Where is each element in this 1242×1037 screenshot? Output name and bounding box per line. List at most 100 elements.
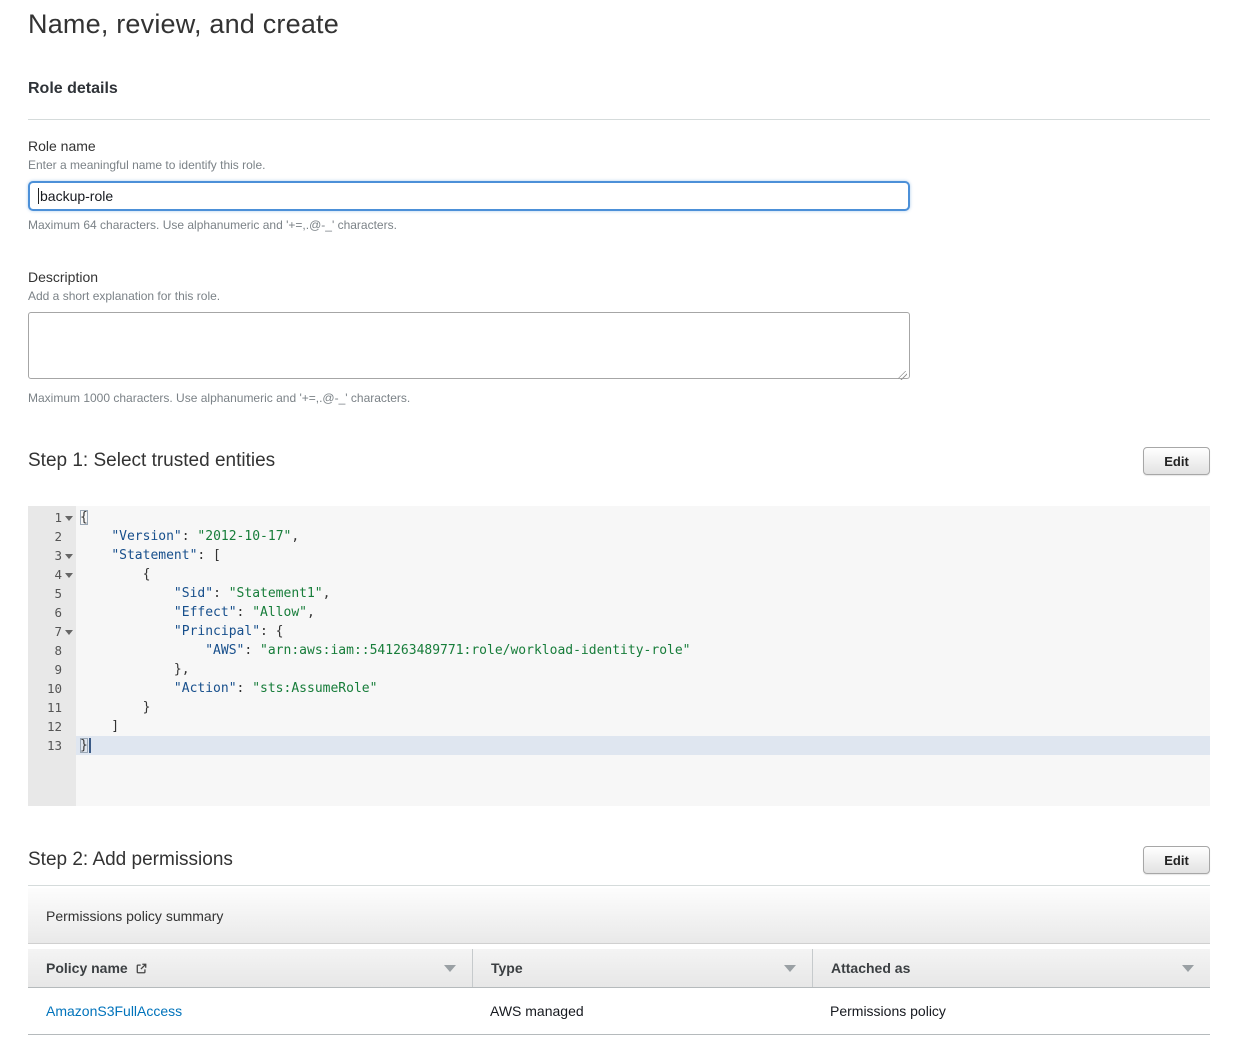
code-token: "2012-10-17" — [197, 529, 291, 544]
code-token: } — [80, 738, 88, 753]
code-token — [80, 605, 174, 620]
fold-arrow-icon[interactable] — [65, 516, 73, 521]
step1-header-row: Step 1: Select trusted entities Edit — [28, 447, 1210, 475]
code-line[interactable]: "AWS": "arn:aws:iam::541263489771:role/w… — [76, 641, 1210, 660]
code-line[interactable]: "Sid": "Statement1", — [76, 584, 1210, 603]
line-number: 6 — [28, 603, 76, 622]
code-line[interactable]: { — [76, 565, 1210, 584]
line-number: 8 — [28, 641, 76, 660]
role-details-divider — [28, 119, 1210, 120]
filter-dropdown-icon[interactable] — [784, 965, 796, 972]
code-token — [80, 624, 174, 639]
code-token: "Sid" — [174, 586, 213, 601]
code-token: : — [244, 643, 260, 658]
editor-line[interactable]: 11 } — [28, 698, 1210, 717]
permissions-table: Policy name Type Attached as AmazonS3Ful — [28, 949, 1210, 1035]
code-token: : — [237, 605, 253, 620]
line-number: 12 — [28, 717, 76, 736]
fold-arrow-icon[interactable] — [65, 573, 73, 578]
step2-header-row: Step 2: Add permissions Edit — [28, 846, 1210, 874]
role-name-input-wrap — [28, 181, 910, 211]
description-textarea[interactable] — [28, 312, 910, 379]
editor-line[interactable]: 12 ] — [28, 717, 1210, 736]
code-line[interactable]: ] — [76, 717, 1210, 736]
filter-dropdown-icon[interactable] — [1182, 965, 1194, 972]
permissions-panel-caption: Permissions policy summary — [28, 888, 1210, 944]
code-line[interactable]: "Statement": [ — [76, 546, 1210, 565]
editor-line[interactable]: 13} — [28, 736, 1210, 755]
code-token — [80, 643, 205, 658]
code-token: , — [291, 529, 299, 544]
code-token: { — [80, 510, 88, 525]
line-number: 13 — [28, 736, 76, 755]
code-token: ] — [80, 719, 119, 734]
editor-line[interactable]: 6 "Effect": "Allow", — [28, 603, 1210, 622]
attached-as-cell: Permissions policy — [812, 1003, 1210, 1019]
type-column-label: Type — [491, 960, 523, 976]
line-number: 3 — [28, 546, 76, 565]
line-number: 5 — [28, 584, 76, 603]
code-line[interactable]: "Version": "2012-10-17", — [76, 527, 1210, 546]
filter-dropdown-icon[interactable] — [444, 965, 456, 972]
code-line[interactable]: "Principal": { — [76, 622, 1210, 641]
role-details-heading: Role details — [28, 80, 1210, 98]
editor-line[interactable]: 4 { — [28, 565, 1210, 584]
code-token: , — [307, 605, 315, 620]
step1-edit-button[interactable]: Edit — [1143, 447, 1210, 475]
description-constraint: Maximum 1000 characters. Use alphanumeri… — [28, 391, 1210, 405]
code-token — [80, 681, 174, 696]
external-link-icon — [135, 962, 148, 975]
step1-heading: Step 1: Select trusted entities — [28, 450, 275, 472]
code-line[interactable]: "Effect": "Allow", — [76, 603, 1210, 622]
code-line[interactable]: "Action": "sts:AssumeRole" — [76, 679, 1210, 698]
code-token: "Action" — [174, 681, 237, 696]
trust-policy-code-editor[interactable]: 1{2 "Version": "2012-10-17",3 "Statement… — [28, 506, 1210, 806]
column-header-attached-as[interactable]: Attached as — [812, 949, 1210, 987]
description-textarea-wrap — [28, 312, 910, 384]
fold-arrow-icon[interactable] — [65, 554, 73, 559]
code-line[interactable]: }, — [76, 660, 1210, 679]
code-token: : { — [260, 624, 283, 639]
editor-line[interactable]: 8 "AWS": "arn:aws:iam::541263489771:role… — [28, 641, 1210, 660]
step2-edit-button[interactable]: Edit — [1143, 846, 1210, 874]
code-token: "AWS" — [205, 643, 244, 658]
main-content: Name, review, and create Role details Ro… — [0, 0, 1242, 1035]
editor-line[interactable]: 1{ — [28, 508, 1210, 527]
role-name-constraint: Maximum 64 characters. Use alphanumeric … — [28, 218, 1210, 232]
editor-line[interactable]: 3 "Statement": [ — [28, 546, 1210, 565]
policy-link[interactable]: AmazonS3FullAccess — [46, 1003, 182, 1019]
code-line[interactable]: { — [76, 508, 1210, 527]
role-name-help: Enter a meaningful name to identify this… — [28, 158, 1210, 172]
role-name-input[interactable] — [28, 181, 910, 211]
editor-line[interactable]: 7 "Principal": { — [28, 622, 1210, 641]
code-token: } — [80, 700, 150, 715]
editor-line[interactable]: 9 }, — [28, 660, 1210, 679]
line-number: 11 — [28, 698, 76, 717]
code-line[interactable]: } — [76, 736, 1210, 755]
policy-name-cell: AmazonS3FullAccess — [28, 1003, 472, 1019]
code-token: "Statement" — [111, 548, 197, 563]
editor-line[interactable]: 2 "Version": "2012-10-17", — [28, 527, 1210, 546]
fold-arrow-icon[interactable] — [65, 630, 73, 635]
column-header-type[interactable]: Type — [472, 949, 812, 987]
permissions-table-header: Policy name Type Attached as — [28, 949, 1210, 988]
code-token: { — [80, 567, 150, 582]
policy-name-column-label: Policy name — [46, 960, 128, 976]
step2-divider — [28, 885, 1210, 886]
description-help: Add a short explanation for this role. — [28, 289, 1210, 303]
editor-line[interactable]: 10 "Action": "sts:AssumeRole" — [28, 679, 1210, 698]
code-token — [80, 529, 111, 544]
code-token: "sts:AssumeRole" — [252, 681, 377, 696]
editor-line[interactable]: 5 "Sid": "Statement1", — [28, 584, 1210, 603]
code-token: "Allow" — [252, 605, 307, 620]
code-token: "Effect" — [174, 605, 237, 620]
code-token: : — [213, 586, 229, 601]
role-name-label: Role name — [28, 138, 1210, 154]
code-line[interactable]: } — [76, 698, 1210, 717]
resize-handle-icon[interactable] — [898, 371, 907, 380]
column-header-policy-name[interactable]: Policy name — [28, 949, 472, 987]
code-token: , — [323, 586, 331, 601]
code-token: : [ — [197, 548, 220, 563]
line-number: 2 — [28, 527, 76, 546]
code-token — [80, 586, 174, 601]
